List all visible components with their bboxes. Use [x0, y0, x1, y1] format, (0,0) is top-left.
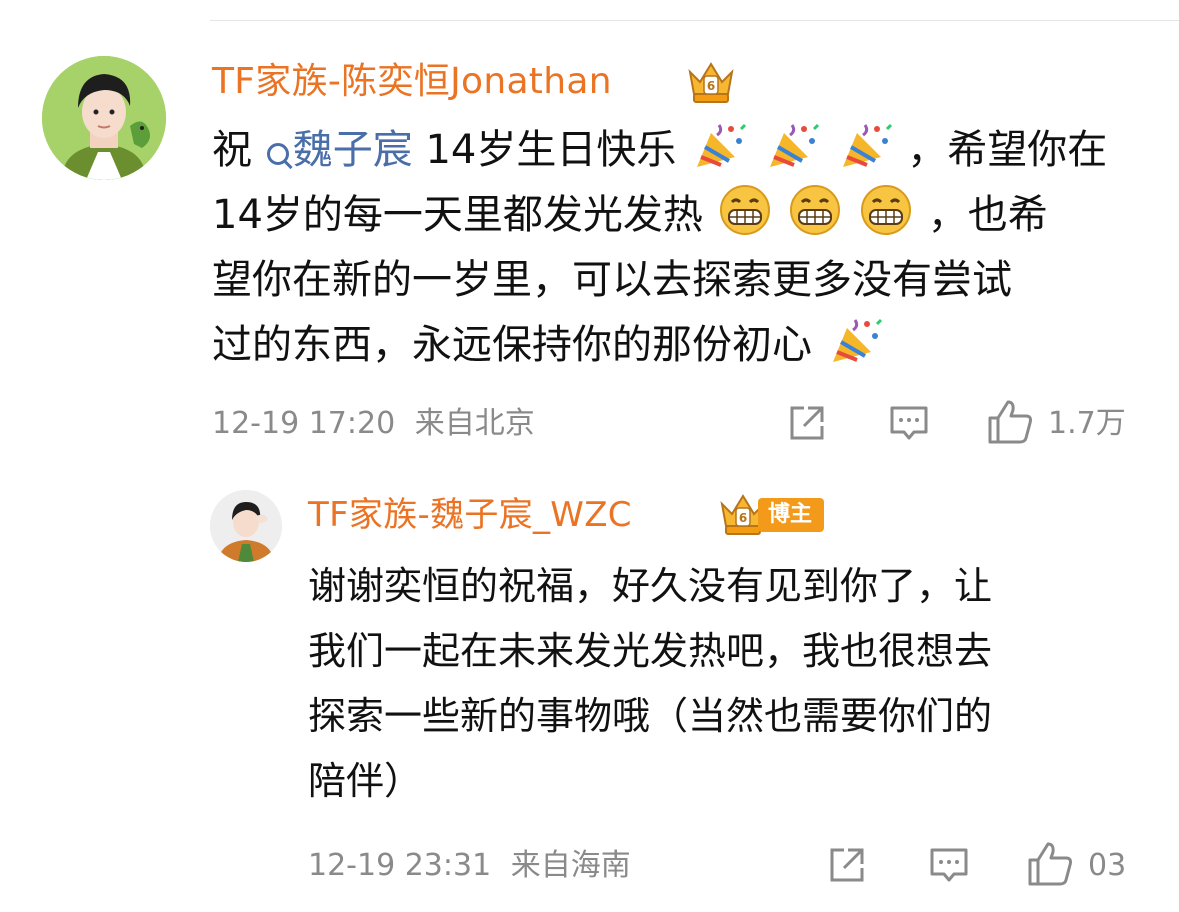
share-button[interactable] — [786, 402, 828, 448]
content-line: 望你在新的一岁里，可以去探索更多没有尝试 — [212, 257, 1012, 303]
reply-username[interactable]: TF家族-魏子宸_WZC — [308, 492, 632, 538]
comment-meta: 12-19 17:20 来自北京 — [212, 404, 535, 444]
location: 来自海南 — [510, 848, 631, 883]
reply-meta: 12-19 23:31 来自海南 — [308, 846, 631, 886]
comment-content: 祝 魏子宸 14岁生日快乐 ，希望你在 14岁的每一天里都发光发热 ，也希 望你… — [212, 118, 1162, 378]
svg-text:6: 6 — [739, 511, 747, 525]
reply-avatar[interactable] — [210, 490, 282, 562]
comment-icon — [930, 848, 968, 882]
share-icon — [830, 848, 864, 882]
comment-button[interactable] — [928, 844, 970, 890]
like-icon — [988, 400, 1032, 444]
like-icon — [1028, 842, 1072, 886]
timestamp: 12-19 23:31 — [308, 848, 492, 883]
comment-icon — [890, 406, 928, 440]
avatar[interactable] — [42, 56, 166, 180]
content-text: ，也希 — [927, 192, 1048, 238]
content-line: 过的东西，永远保持你的那份初心 — [212, 313, 1162, 378]
share-icon — [790, 406, 824, 440]
party-popper-icon — [842, 123, 892, 167]
crown-badge-icon: 6 — [684, 58, 738, 106]
content-line: 祝 魏子宸 14岁生日快乐 ，希望你在 — [212, 118, 1162, 183]
content-text: 14岁生日快乐 — [425, 127, 677, 173]
content-line: 14岁的每一天里都发光发热 ，也希 — [212, 183, 1162, 248]
location: 来自北京 — [414, 406, 535, 441]
like-count: 03 — [1088, 848, 1127, 883]
grin-emoji-icon — [719, 185, 770, 235]
comment-username[interactable]: TF家族-陈奕恒Jonathan — [212, 58, 612, 106]
content-text: 祝 — [212, 127, 252, 173]
content-line: 谢谢奕恒的祝福，好久没有见到你了，让 — [308, 564, 993, 608]
reply-content: 谢谢奕恒的祝福，好久没有见到你了，让 我们一起在未来发光发热吧，我也很想去 探索… — [308, 554, 1148, 814]
content-line: 陪伴） — [308, 759, 423, 803]
comment-button[interactable] — [888, 402, 930, 448]
timestamp: 12-19 17:20 — [212, 406, 396, 441]
party-popper-icon — [769, 123, 819, 167]
content-text: ，希望你在 — [907, 127, 1108, 173]
search-icon — [266, 143, 289, 165]
party-popper-icon — [832, 318, 882, 362]
content-text: 过的东西，永远保持你的那份初心 — [212, 322, 812, 368]
top-divider — [210, 20, 1179, 21]
like-count: 1.7万 — [1048, 406, 1126, 441]
grin-emoji-icon — [861, 185, 912, 235]
svg-text:6: 6 — [707, 79, 715, 93]
mention-text: 魏子宸 — [292, 127, 413, 173]
mention-link[interactable]: 魏子宸 — [265, 127, 413, 173]
like-button[interactable] — [1026, 840, 1074, 892]
party-popper-icon — [697, 123, 747, 167]
content-text: 14岁的每一天里都发光发热 — [212, 192, 703, 238]
share-button[interactable] — [826, 844, 868, 890]
grin-emoji-icon — [790, 185, 841, 235]
content-line: 探索一些新的事物哦（当然也需要你们的 — [308, 694, 993, 738]
author-badge: 博主 — [758, 498, 825, 532]
content-line: 我们一起在未来发光发热吧，我也很想去 — [308, 629, 993, 673]
like-button[interactable] — [986, 398, 1034, 450]
